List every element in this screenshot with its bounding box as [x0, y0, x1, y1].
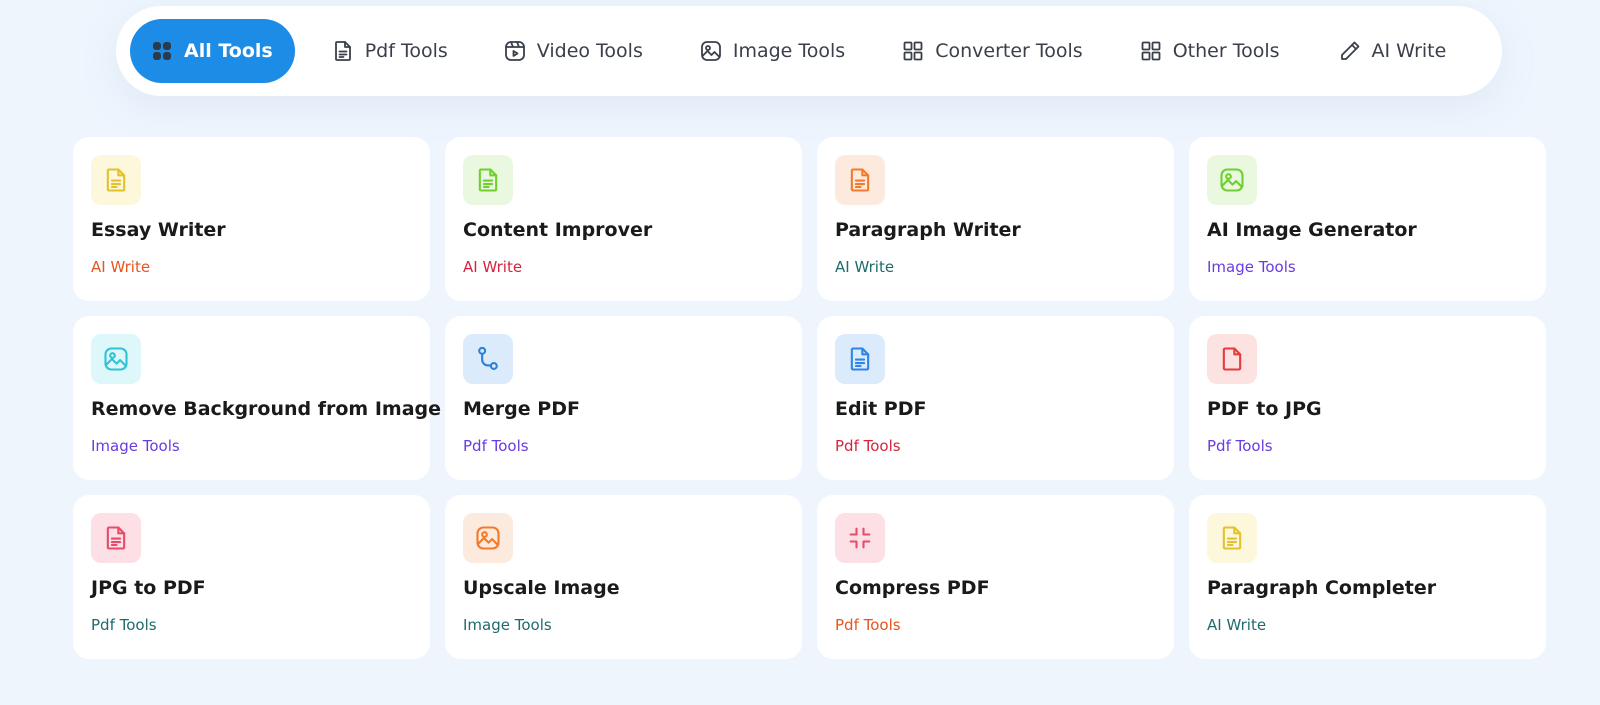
- tab-label: Video Tools: [536, 40, 643, 62]
- tool-card-upscale-image[interactable]: Upscale Image Image Tools: [445, 495, 802, 659]
- tab-image-tools[interactable]: Image Tools: [699, 19, 845, 83]
- tool-category-label: AI Write: [1207, 616, 1267, 634]
- grid-icon: [1139, 39, 1163, 63]
- tool-title: AI Image Generator: [1207, 219, 1417, 241]
- tool-card-edit-pdf[interactable]: Edit PDF Pdf Tools: [817, 316, 1174, 480]
- tool-card-pdf-to-jpg[interactable]: PDF to JPG Pdf Tools: [1189, 316, 1546, 480]
- tool-category-label: AI Write: [835, 258, 895, 276]
- tool-title: Edit PDF: [835, 398, 927, 420]
- grid-dots-icon: [150, 39, 174, 63]
- tab-all-tools[interactable]: All Tools: [130, 19, 295, 83]
- tool-category-label: Pdf Tools: [1207, 437, 1273, 455]
- tool-category-label: Image Tools: [463, 616, 552, 634]
- image-icon: [699, 39, 723, 63]
- image-icon: [91, 334, 141, 384]
- tool-card-remove-background-from-image[interactable]: Remove Background from Image Image Tools: [73, 316, 441, 480]
- tool-card-merge-pdf[interactable]: Merge PDF Pdf Tools: [445, 316, 802, 480]
- tab-ai-write[interactable]: AI Write: [1338, 19, 1447, 83]
- compress-icon: [835, 513, 885, 563]
- tab-label: All Tools: [184, 40, 273, 62]
- document-icon: [835, 334, 885, 384]
- tool-title: Essay Writer: [91, 219, 226, 241]
- tab-label: AI Write: [1371, 40, 1447, 62]
- tool-title: Upscale Image: [463, 577, 620, 599]
- tab-label: Converter Tools: [935, 40, 1083, 62]
- tools-grid: Essay Writer AI Write Content Improver AI W…: [73, 137, 1547, 659]
- tool-category-label: Pdf Tools: [835, 437, 901, 455]
- tool-title: Remove Background from Image: [91, 398, 442, 420]
- tool-card-ai-image-generator[interactable]: AI Image Generator Image Tools: [1189, 137, 1546, 301]
- tool-category-label: AI Write: [463, 258, 523, 276]
- document-icon: [91, 513, 141, 563]
- tab-label: Pdf Tools: [364, 40, 448, 62]
- tool-category-label: Pdf Tools: [463, 437, 529, 455]
- tool-category-label: Pdf Tools: [835, 616, 901, 634]
- tab-other-tools[interactable]: Other Tools: [1139, 19, 1280, 83]
- tool-card-paragraph-writer[interactable]: Paragraph Writer AI Write: [817, 137, 1174, 301]
- tool-category-label: AI Write: [91, 258, 151, 276]
- document-icon: [331, 39, 355, 63]
- tools-page: All Tools Pdf Tools Video Tools Image Tools…: [0, 0, 1600, 705]
- tool-title: PDF to JPG: [1207, 398, 1322, 420]
- document-icon: [463, 155, 513, 205]
- grid-icon: [901, 39, 925, 63]
- tab-video-tools[interactable]: Video Tools: [503, 19, 643, 83]
- tool-category-tabs: All Tools Pdf Tools Video Tools Image Tools…: [116, 6, 1502, 96]
- video-icon: [503, 39, 527, 63]
- tab-converter-tools[interactable]: Converter Tools: [901, 19, 1083, 83]
- tab-label: Image Tools: [732, 40, 846, 62]
- tool-title: Paragraph Completer: [1207, 577, 1437, 599]
- tool-card-paragraph-completer[interactable]: Paragraph Completer AI Write: [1189, 495, 1546, 659]
- merge-icon: [463, 334, 513, 384]
- pencil-icon: [1338, 39, 1362, 63]
- tool-category-label: Image Tools: [91, 437, 180, 455]
- tool-card-essay-writer[interactable]: Essay Writer AI Write: [73, 137, 430, 301]
- tool-title: Content Improver: [463, 219, 653, 241]
- tool-card-jpg-to-pdf[interactable]: JPG to PDF Pdf Tools: [73, 495, 430, 659]
- image-icon: [1207, 155, 1257, 205]
- tool-title: Compress PDF: [835, 577, 990, 599]
- tool-card-compress-pdf[interactable]: Compress PDF Pdf Tools: [817, 495, 1174, 659]
- tool-category-label: Pdf Tools: [91, 616, 157, 634]
- image-icon: [463, 513, 513, 563]
- tool-title: JPG to PDF: [91, 577, 206, 599]
- tab-label: Other Tools: [1172, 40, 1280, 62]
- tab-pdf-tools[interactable]: Pdf Tools: [331, 19, 448, 83]
- document-icon: [1207, 513, 1257, 563]
- file-icon: [1207, 334, 1257, 384]
- document-icon: [835, 155, 885, 205]
- tool-title: Paragraph Writer: [835, 219, 1021, 241]
- tool-card-content-improver[interactable]: Content Improver AI Write: [445, 137, 802, 301]
- tool-category-label: Image Tools: [1207, 258, 1296, 276]
- document-icon: [91, 155, 141, 205]
- tool-title: Merge PDF: [463, 398, 580, 420]
